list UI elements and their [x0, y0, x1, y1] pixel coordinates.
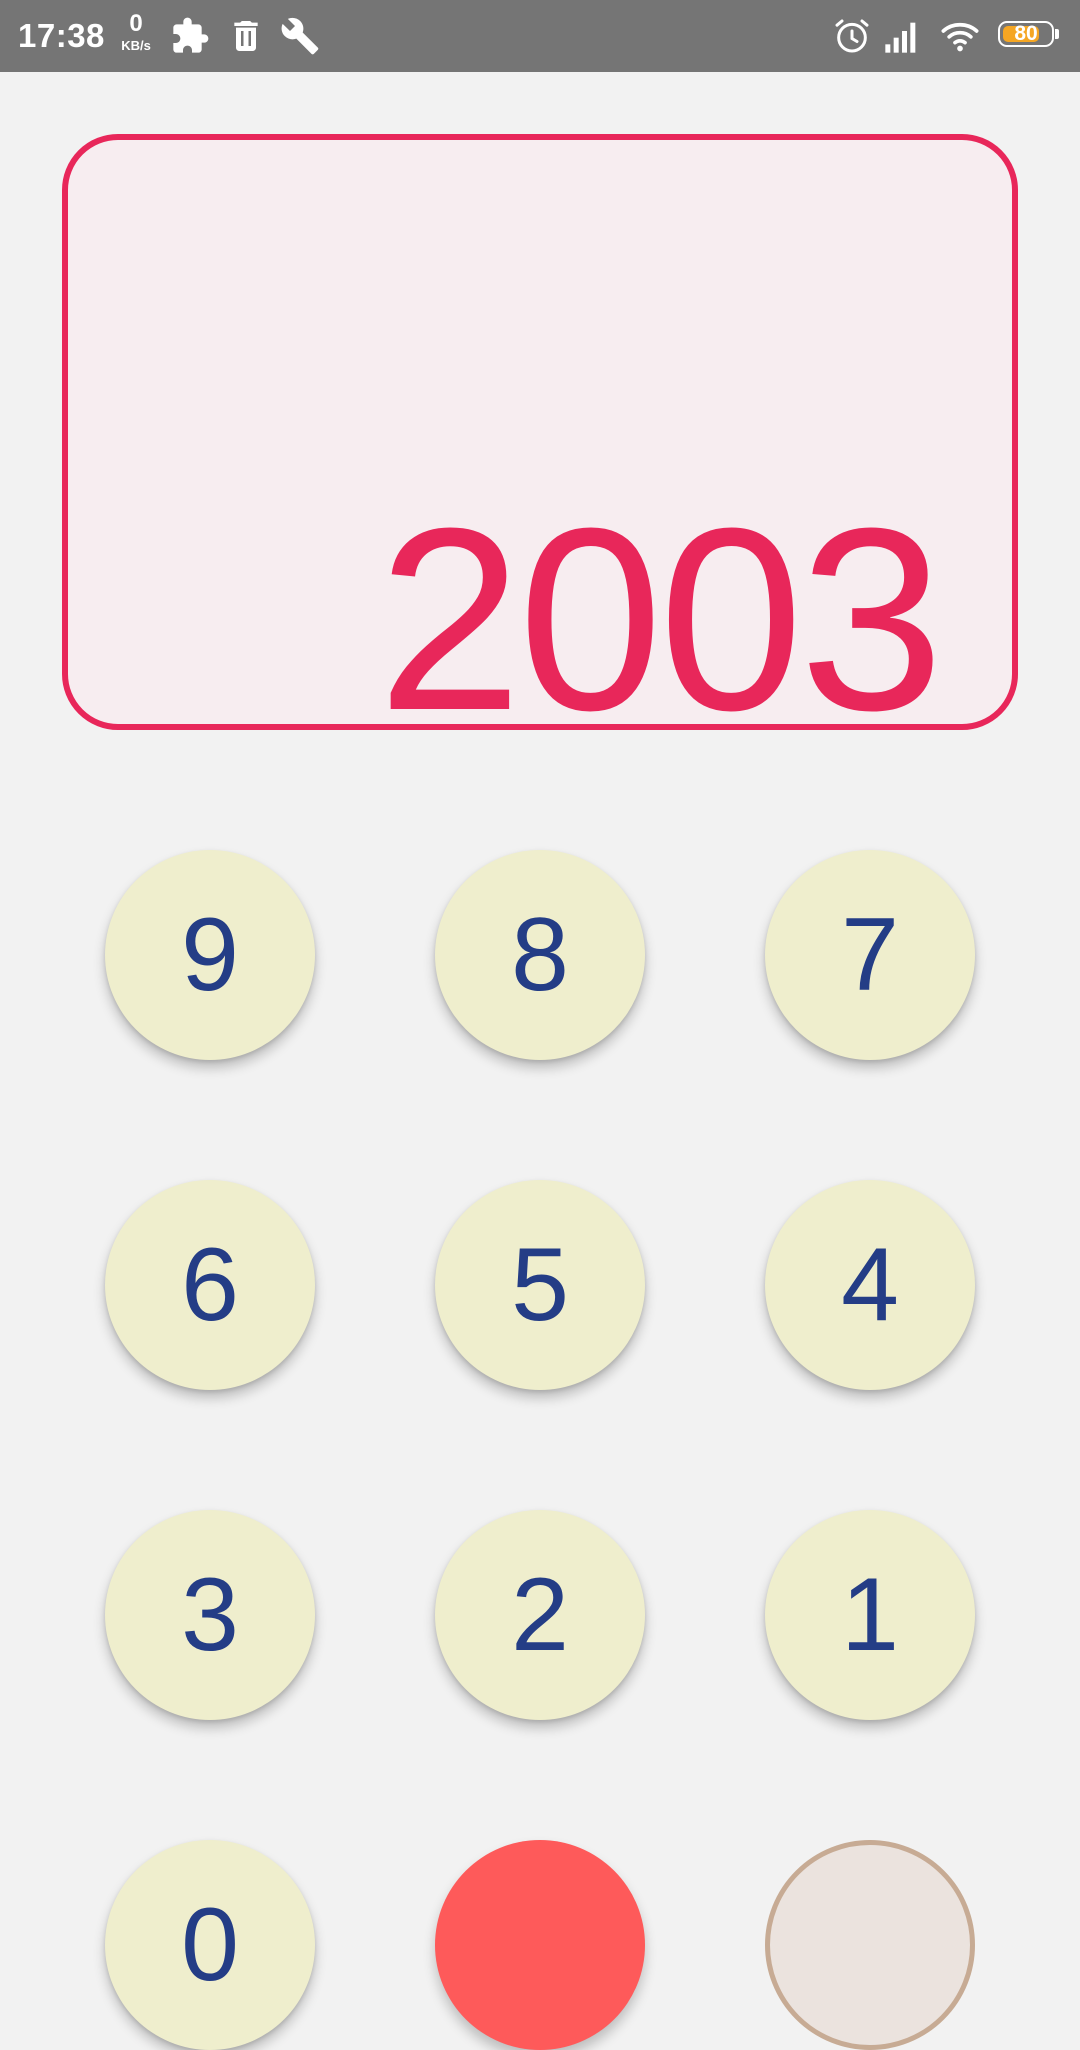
key-2-button[interactable]: 2: [435, 1510, 645, 1720]
key-4-button[interactable]: 4: [765, 1180, 975, 1390]
key-6-button[interactable]: 6: [105, 1180, 315, 1390]
key-3-button[interactable]: 3: [105, 1510, 315, 1720]
clear-button[interactable]: [435, 1840, 645, 2050]
key-8-button[interactable]: 8: [435, 850, 645, 1060]
network-speed: 0 KB/s: [116, 10, 156, 53]
backspace-button[interactable]: [765, 1840, 975, 2050]
status-time: 17:38: [18, 17, 105, 54]
alarm-icon: [832, 16, 872, 56]
puzzle-icon: [170, 16, 210, 56]
display-value: 2003: [377, 475, 944, 765]
battery-icon: 80: [998, 21, 1062, 51]
signal-icon: [882, 16, 922, 56]
key-1-button[interactable]: 1: [765, 1510, 975, 1720]
network-speed-value: 0: [129, 10, 143, 37]
number-display: 2003: [62, 134, 1018, 750]
battery-level: 80: [1014, 22, 1038, 45]
wrench-icon: [280, 16, 320, 56]
key-7-button[interactable]: 7: [765, 850, 975, 1060]
network-speed-unit: KB/s: [121, 38, 151, 53]
key-9-button[interactable]: 9: [105, 850, 315, 1060]
key-0-button[interactable]: 0: [105, 1840, 315, 2050]
wifi-icon: [940, 16, 980, 56]
key-5-button[interactable]: 5: [435, 1180, 645, 1390]
status-bar: 17:38 0 KB/s 80: [0, 0, 1080, 72]
trash-icon: [226, 16, 266, 56]
